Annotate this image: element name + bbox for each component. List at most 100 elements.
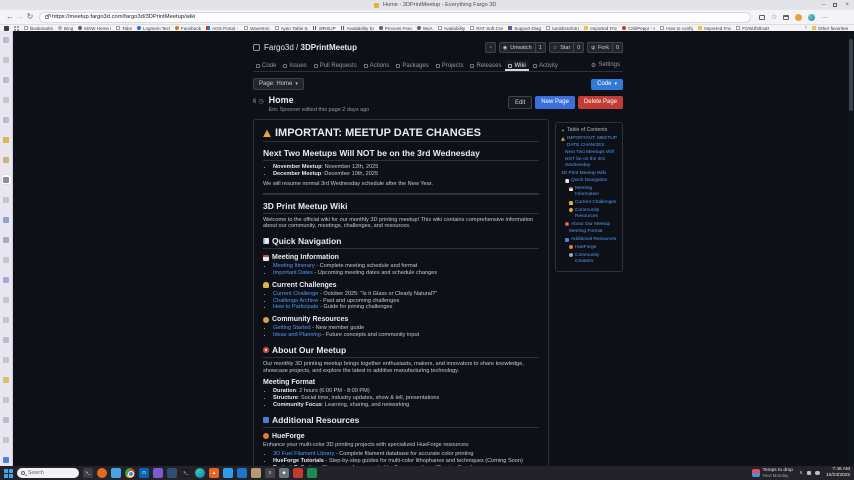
bookmark-item[interactable]: ChiliPeppr - Hardwa... [622, 26, 655, 31]
wiki-link[interactable]: Getting Started [273, 325, 311, 331]
toc-link[interactable]: Community Creators [561, 253, 617, 265]
other-favorites-button[interactable]: Other favorites [812, 26, 848, 31]
wiki-link[interactable]: Meeting Itinerary [273, 263, 315, 269]
maximize-button[interactable] [833, 3, 837, 7]
vertical-tab[interactable] [2, 235, 11, 244]
toc-link[interactable]: HueForge [561, 245, 617, 251]
notifications-button[interactable]: ◔ [485, 42, 496, 53]
vertical-tab[interactable] [2, 135, 11, 144]
minimize-button[interactable]: – [822, 2, 825, 8]
scrollbar-thumb[interactable] [849, 39, 853, 111]
refresh-icon[interactable]: ↻ [25, 13, 35, 21]
toc-link[interactable]: Quick Navigation [561, 178, 617, 184]
vertical-tab[interactable] [2, 155, 11, 164]
bookmark-item[interactable]: Availability [438, 26, 466, 31]
wiki-link[interactable]: Current Challenge [273, 291, 318, 297]
console-icon[interactable]: >_ [181, 468, 191, 478]
tab-code[interactable]: Code [253, 60, 279, 71]
sheets-icon[interactable] [307, 468, 317, 478]
url-text[interactable]: https://meetup.fargo3d.com/fargo3d/3DPri… [52, 14, 195, 20]
wiki-link[interactable]: Ideas and Planning [273, 332, 321, 338]
tab-actions[interactable]: Actions [361, 60, 393, 71]
vertical-tab[interactable] [2, 35, 11, 44]
bookmark-item[interactable]: How to configure A... [660, 26, 693, 31]
edge-icon[interactable] [195, 468, 205, 478]
forward-icon[interactable]: → [15, 13, 25, 21]
vertical-tab[interactable] [2, 255, 11, 264]
bookmark-item[interactable]: Facebook [175, 26, 201, 31]
security-icon[interactable] [293, 468, 303, 478]
vertical-tab[interactable] [2, 195, 11, 204]
bookmark-item[interactable]: RAT Soft Credit [470, 26, 503, 31]
vertical-tab[interactable] [2, 335, 11, 344]
vertical-tab[interactable] [2, 355, 11, 364]
taskbar-clock[interactable]: 7:46 AM 10/23/2025 [826, 467, 850, 479]
vertical-tab[interactable] [2, 75, 11, 84]
vertical-tab[interactable] [2, 115, 11, 124]
back-icon[interactable]: ← [5, 13, 15, 21]
vertical-tab[interactable] [2, 215, 11, 224]
fork-button[interactable]: ψFork0 [587, 42, 623, 53]
vertical-tab[interactable] [2, 175, 11, 184]
vertical-tab[interactable] [2, 55, 11, 64]
edit-button[interactable]: Edit [508, 96, 532, 109]
bookmark-item[interactable]: AOS Portal - Tools [206, 26, 239, 31]
bookmark-item[interactable]: Tabs [116, 26, 132, 31]
vertical-tabs-toggle-icon[interactable] [4, 26, 9, 31]
tab-settings[interactable]: ⚙ Settings [588, 59, 623, 71]
bookmark-item[interactable]: Imported From E... [584, 26, 617, 31]
contact-icon[interactable]: ☻ [279, 468, 289, 478]
toc-link[interactable]: Meeting Information [561, 186, 617, 198]
volume-icon[interactable] [815, 471, 820, 476]
chrome-icon[interactable] [125, 468, 135, 478]
display-icon[interactable] [167, 468, 177, 478]
paint-icon[interactable] [251, 468, 261, 478]
toc-link[interactable]: Current Challenges [561, 200, 617, 206]
page-dropdown[interactable]: Page: Home ▾ [253, 78, 304, 90]
bookmark-item[interactable]: Bookmarks [24, 26, 53, 31]
toc-link[interactable]: Community Resources [561, 208, 617, 220]
vertical-tab[interactable] [2, 275, 11, 284]
browser-menu-icon[interactable]: … [821, 16, 828, 19]
bookmark-item[interactable]: MSW Home Page [78, 26, 111, 31]
bookmark-item[interactable]: Wavetron [244, 26, 270, 31]
unwatch-button[interactable]: ◉Unwatch1 [499, 42, 546, 53]
toc-link[interactable]: IMPORTANT: MEETUP DATE CHANGES [561, 136, 617, 148]
file-explorer-icon[interactable] [111, 468, 121, 478]
toc-link[interactable]: Meeting Format [561, 229, 617, 235]
toc-link[interactable]: Next Two Meetups Will NOT be on the 3rd … [561, 150, 617, 169]
bookmark-item[interactable]: Process Feedback ... [379, 26, 412, 31]
bookmark-item[interactable]: tunisbranfotrafua [546, 26, 579, 31]
profile-avatar[interactable] [795, 14, 802, 21]
vertical-tab[interactable] [2, 435, 11, 444]
tray-expand-icon[interactable]: ∧ [799, 470, 803, 476]
revisions-link[interactable]: 6 ◷ [253, 98, 264, 105]
bookmark-item[interactable]: Logmein Technician... [137, 26, 170, 31]
vertical-tab[interactable] [2, 375, 11, 384]
photos-icon[interactable] [153, 468, 163, 478]
delete-page-button[interactable]: Delete Page [578, 96, 623, 109]
collections-icon[interactable] [783, 15, 789, 20]
star-button[interactable]: ☆Star0 [549, 42, 585, 53]
bookmark-item[interactable]: Imported From IE (1) [698, 26, 731, 31]
bookmark-item[interactable]: Support Diagnostics [508, 26, 541, 31]
tab-pull-requests[interactable]: Pull Requests [311, 60, 360, 71]
notes-icon[interactable]: ≡ [265, 468, 275, 478]
tab-wiki[interactable]: Wiki [505, 60, 528, 71]
wiki-link[interactable]: How to Participate [273, 304, 318, 310]
tab-projects[interactable]: Projects [433, 60, 467, 71]
vertical-tab[interactable] [2, 415, 11, 424]
toc-header[interactable]: ▼ Table of Contents [561, 127, 617, 133]
repo-name-link[interactable]: 3DPrintMeetup [301, 43, 357, 52]
vertical-tab[interactable] [2, 455, 11, 464]
toc-link[interactable]: Additional Resources [561, 237, 617, 243]
outlook-icon[interactable]: O [139, 468, 149, 478]
code-button[interactable]: Code ▾ [591, 79, 623, 90]
bookmark-item[interactable]: Bing [58, 26, 73, 31]
weather-widget[interactable]: Temps to drop Next Monday [752, 468, 793, 479]
close-button[interactable]: × [845, 2, 849, 8]
vertical-tab[interactable] [2, 315, 11, 324]
tab-releases[interactable]: Releases [467, 60, 504, 71]
vertical-tab[interactable] [2, 395, 11, 404]
start-button[interactable] [4, 469, 13, 478]
